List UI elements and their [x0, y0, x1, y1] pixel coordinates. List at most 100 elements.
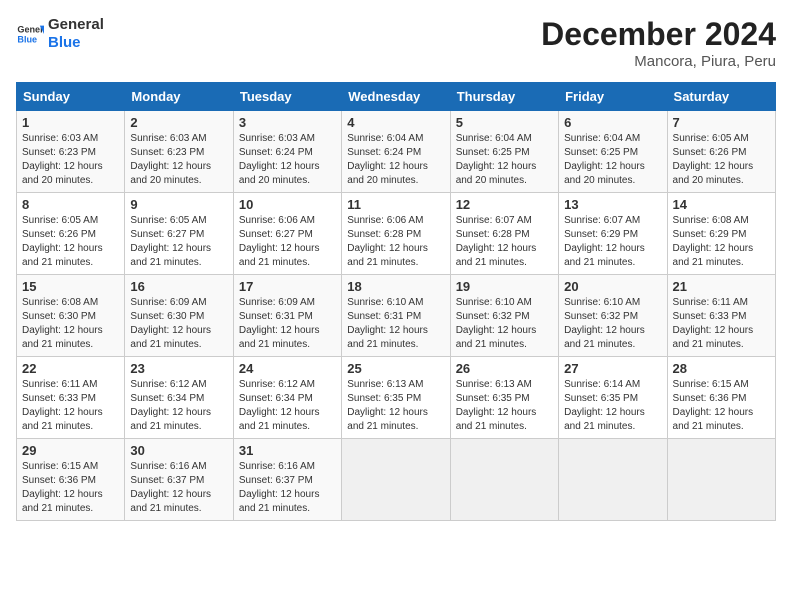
- calendar-cell: 18 Sunrise: 6:10 AM Sunset: 6:31 PM Dayli…: [342, 275, 450, 357]
- day-number: 6: [564, 115, 661, 130]
- day-info: Sunrise: 6:08 AM Sunset: 6:30 PM Dayligh…: [22, 296, 119, 352]
- page-header: General Blue General Blue December 2024 …: [16, 16, 776, 70]
- calendar-cell: 3Sunrise: 6:03 AM Sunset: 6:24 PM Daylig…: [233, 111, 341, 193]
- svg-text:General: General: [17, 25, 44, 35]
- col-header-friday: Friday: [559, 83, 667, 111]
- calendar-cell: 16Sunrise: 6:09 AM Sunset: 6:30 PM Dayli…: [125, 275, 233, 357]
- calendar-cell: 9Sunrise: 6:05 AM Sunset: 6:27 PM Daylig…: [125, 193, 233, 275]
- day-info: Sunrise: 6:06 AM Sunset: 6:28 PM Dayligh…: [347, 214, 444, 270]
- day-number: 27: [564, 361, 661, 376]
- calendar-cell: 6 Sunrise: 6:04 AM Sunset: 6:25 PM Daylig…: [559, 111, 667, 193]
- calendar-cell: 1Sunrise: 6:03 AM Sunset: 6:23 PM Daylig…: [17, 111, 125, 193]
- calendar-cell: 26 Sunrise: 6:13 AM Sunset: 6:35 PM Dayli…: [450, 357, 558, 439]
- day-number: 23: [130, 361, 227, 376]
- day-number: 17: [239, 279, 336, 294]
- calendar-cell: 21 Sunrise: 6:11 AM Sunset: 6:33 PM Dayli…: [667, 275, 775, 357]
- day-number: 19: [456, 279, 553, 294]
- calendar-cell: 5 Sunrise: 6:04 AM Sunset: 6:25 PM Daylig…: [450, 111, 558, 193]
- day-number: 5: [456, 115, 553, 130]
- day-number: 11: [347, 197, 444, 212]
- calendar-cell: 30 Sunrise: 6:16 AM Sunset: 6:37 PM Dayli…: [125, 439, 233, 521]
- logo-general: General: [48, 16, 104, 34]
- day-number: 29: [22, 443, 119, 458]
- calendar-cell: [667, 439, 775, 521]
- calendar-cell: 19 Sunrise: 6:10 AM Sunset: 6:32 PM Dayli…: [450, 275, 558, 357]
- day-info: Sunrise: 6:11 AM Sunset: 6:33 PM Dayligh…: [22, 378, 119, 434]
- day-info: Sunrise: 6:10 AM Sunset: 6:32 PM Dayligh…: [456, 296, 553, 352]
- calendar-cell: 8Sunrise: 6:05 AM Sunset: 6:26 PM Daylig…: [17, 193, 125, 275]
- calendar-cell: 24 Sunrise: 6:12 AM Sunset: 6:34 PM Dayli…: [233, 357, 341, 439]
- calendar-header: SundayMondayTuesdayWednesdayThursdayFrid…: [17, 83, 776, 111]
- day-info: Sunrise: 6:16 AM Sunset: 6:37 PM Dayligh…: [239, 460, 336, 516]
- calendar-cell: 17 Sunrise: 6:09 AM Sunset: 6:31 PM Dayli…: [233, 275, 341, 357]
- day-number: 30: [130, 443, 227, 458]
- calendar-subtitle: Mancora, Piura, Peru: [541, 53, 776, 70]
- day-info: Sunrise: 6:04 AM Sunset: 6:25 PM Dayligh…: [564, 132, 661, 188]
- calendar-cell: 7Sunrise: 6:05 AM Sunset: 6:26 PM Daylig…: [667, 111, 775, 193]
- day-info: Sunrise: 6:03 AM Sunset: 6:23 PM Dayligh…: [130, 132, 227, 188]
- day-info: Sunrise: 6:09 AM Sunset: 6:30 PM Dayligh…: [130, 296, 227, 352]
- day-number: 24: [239, 361, 336, 376]
- day-info: Sunrise: 6:10 AM Sunset: 6:31 PM Dayligh…: [347, 296, 444, 352]
- svg-text:Blue: Blue: [17, 34, 37, 44]
- day-number: 10: [239, 197, 336, 212]
- day-info: Sunrise: 6:13 AM Sunset: 6:35 PM Dayligh…: [347, 378, 444, 434]
- day-info: Sunrise: 6:04 AM Sunset: 6:24 PM Dayligh…: [347, 132, 444, 188]
- day-number: 18: [347, 279, 444, 294]
- calendar-cell: [450, 439, 558, 521]
- calendar-cell: 20 Sunrise: 6:10 AM Sunset: 6:32 PM Dayli…: [559, 275, 667, 357]
- day-number: 20: [564, 279, 661, 294]
- calendar-table: SundayMondayTuesdayWednesdayThursdayFrid…: [16, 82, 776, 521]
- day-number: 26: [456, 361, 553, 376]
- calendar-cell: 23Sunrise: 6:12 AM Sunset: 6:34 PM Dayli…: [125, 357, 233, 439]
- day-info: Sunrise: 6:13 AM Sunset: 6:35 PM Dayligh…: [456, 378, 553, 434]
- day-info: Sunrise: 6:15 AM Sunset: 6:36 PM Dayligh…: [673, 378, 770, 434]
- day-info: Sunrise: 6:07 AM Sunset: 6:28 PM Dayligh…: [456, 214, 553, 270]
- day-number: 25: [347, 361, 444, 376]
- day-number: 4: [347, 115, 444, 130]
- day-number: 22: [22, 361, 119, 376]
- week-row-1: 1 Sunrise: 6:03 AM Sunset: 6:23 PM Daylig…: [17, 111, 776, 193]
- logo-blue: Blue: [48, 34, 104, 52]
- day-number: 7: [673, 115, 770, 130]
- day-number: 1: [22, 115, 119, 130]
- col-header-sunday: Sunday: [17, 83, 125, 111]
- day-number: 15: [22, 279, 119, 294]
- calendar-cell: 31 Sunrise: 6:16 AM Sunset: 6:37 PM Dayli…: [233, 439, 341, 521]
- day-info: Sunrise: 6:11 AM Sunset: 6:33 PM Dayligh…: [673, 296, 770, 352]
- col-header-wednesday: Wednesday: [342, 83, 450, 111]
- logo-icon: General Blue: [16, 20, 44, 48]
- day-number: 12: [456, 197, 553, 212]
- day-number: 2: [130, 115, 227, 130]
- day-info: Sunrise: 6:09 AM Sunset: 6:31 PM Dayligh…: [239, 296, 336, 352]
- day-info: Sunrise: 6:08 AM Sunset: 6:29 PM Dayligh…: [673, 214, 770, 270]
- col-header-monday: Monday: [125, 83, 233, 111]
- day-info: Sunrise: 6:10 AM Sunset: 6:32 PM Dayligh…: [564, 296, 661, 352]
- day-number: 28: [673, 361, 770, 376]
- calendar-cell: 27Sunrise: 6:14 AM Sunset: 6:35 PM Dayli…: [559, 357, 667, 439]
- day-info: Sunrise: 6:05 AM Sunset: 6:27 PM Dayligh…: [130, 214, 227, 270]
- day-number: 3: [239, 115, 336, 130]
- day-info: Sunrise: 6:16 AM Sunset: 6:37 PM Dayligh…: [130, 460, 227, 516]
- day-info: Sunrise: 6:07 AM Sunset: 6:29 PM Dayligh…: [564, 214, 661, 270]
- day-info: Sunrise: 6:04 AM Sunset: 6:25 PM Dayligh…: [456, 132, 553, 188]
- calendar-cell: 22 Sunrise: 6:11 AM Sunset: 6:33 PM Dayli…: [17, 357, 125, 439]
- calendar-cell: 29 Sunrise: 6:15 AM Sunset: 6:36 PM Dayli…: [17, 439, 125, 521]
- calendar-cell: 4 Sunrise: 6:04 AM Sunset: 6:24 PM Daylig…: [342, 111, 450, 193]
- calendar-cell: 15 Sunrise: 6:08 AM Sunset: 6:30 PM Dayli…: [17, 275, 125, 357]
- week-row-2: 8Sunrise: 6:05 AM Sunset: 6:26 PM Daylig…: [17, 193, 776, 275]
- calendar-cell: 28 Sunrise: 6:15 AM Sunset: 6:36 PM Dayli…: [667, 357, 775, 439]
- calendar-cell: 13Sunrise: 6:07 AM Sunset: 6:29 PM Dayli…: [559, 193, 667, 275]
- day-info: Sunrise: 6:12 AM Sunset: 6:34 PM Dayligh…: [239, 378, 336, 434]
- day-number: 31: [239, 443, 336, 458]
- day-number: 21: [673, 279, 770, 294]
- calendar-cell: 12 Sunrise: 6:07 AM Sunset: 6:28 PM Dayli…: [450, 193, 558, 275]
- calendar-cell: 10Sunrise: 6:06 AM Sunset: 6:27 PM Dayli…: [233, 193, 341, 275]
- day-number: 14: [673, 197, 770, 212]
- col-header-tuesday: Tuesday: [233, 83, 341, 111]
- day-info: Sunrise: 6:15 AM Sunset: 6:36 PM Dayligh…: [22, 460, 119, 516]
- calendar-cell: 25 Sunrise: 6:13 AM Sunset: 6:35 PM Dayli…: [342, 357, 450, 439]
- week-row-4: 22 Sunrise: 6:11 AM Sunset: 6:33 PM Dayli…: [17, 357, 776, 439]
- col-header-saturday: Saturday: [667, 83, 775, 111]
- logo: General Blue General Blue: [16, 16, 104, 52]
